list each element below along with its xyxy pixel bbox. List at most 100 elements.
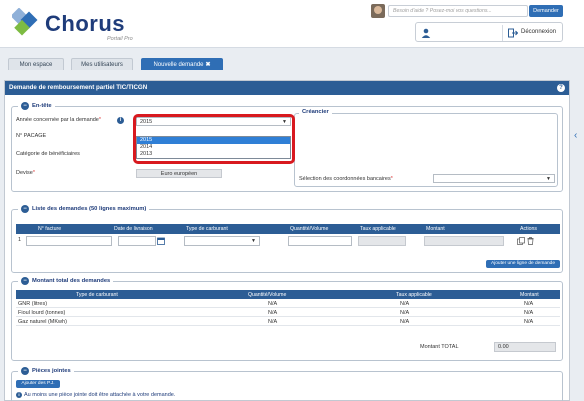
section-title: Montant total des demandes (32, 278, 111, 284)
collapse-icon[interactable]: − (21, 277, 29, 285)
section-title: En-tête (32, 103, 52, 109)
add-row-button[interactable]: Ajouter une ligne de demande (486, 260, 560, 268)
tab-label: Mon espace (19, 62, 53, 68)
beneficiary-label: Catégorie de bénéficiaires (16, 151, 80, 157)
delete-icon[interactable] (527, 237, 534, 245)
column-header: Taux applicable (360, 226, 396, 232)
column-header: Quantité/Volume (248, 291, 287, 298)
request-panel: Demande de remboursement partiel TIC/TIC… (4, 80, 570, 401)
collapse-icon[interactable]: − (21, 102, 29, 110)
fuel-type-cell: Gaz naturel (MKwh) (18, 319, 67, 325)
info-icon[interactable]: i (117, 117, 124, 124)
quantity-input[interactable] (288, 236, 352, 246)
user-icon[interactable] (421, 28, 431, 38)
column-header: Quantité/Volume (290, 226, 329, 232)
currency-label: Devise* (16, 170, 35, 176)
section-legend[interactable]: − Pièces jointes (18, 367, 74, 375)
chorus-logo[interactable]: Chorus Portail Pro (12, 5, 162, 43)
list-section: − Liste des demandes (50 lignes maximum)… (11, 205, 563, 273)
bank-label-text: Sélection des coordonnées bancaires (299, 176, 391, 182)
rate-field (358, 236, 406, 246)
panel-title-text: Demande de remboursement partiel TIC/TIC… (9, 84, 148, 91)
rate-cell: N/A (400, 310, 410, 316)
table-row: Gaz naturel (MKwh) N/A N/A N/A (16, 318, 560, 326)
currency-field: Euro européen (136, 169, 222, 178)
tab-label: Nouvelle demande (153, 62, 204, 68)
row-index: 1 (18, 237, 22, 243)
fuel-type-select[interactable]: ▼ (184, 236, 260, 246)
bank-select[interactable]: ▼ (433, 174, 555, 183)
section-title: Liste des demandes (50 lignes maximum) (32, 206, 147, 212)
copy-icon[interactable] (517, 237, 525, 245)
currency-label-text: Devise (16, 170, 33, 176)
attachment-info-text: Au moins une pièce jointe doit être atta… (24, 392, 176, 398)
tab-label: Mes utilisateurs (81, 62, 123, 68)
column-header: Type de carburant (186, 226, 228, 232)
table-row: Fioul lourd (tonnes) N/A N/A N/A (16, 309, 560, 317)
total-label: Montant TOTAL (420, 344, 459, 350)
amount-cell: N/A (524, 310, 534, 316)
assistant-avatar (371, 4, 385, 18)
column-header: Montant (426, 226, 445, 232)
rate-cell: N/A (400, 301, 410, 307)
quantity-cell: N/A (268, 310, 278, 316)
attachments-section: − Pièces jointes Ajouter des P.J. i Au m… (11, 367, 563, 401)
column-header: Montant (520, 291, 539, 298)
collapse-icon[interactable]: − (21, 205, 29, 213)
column-header: Date de livraison (114, 226, 153, 232)
year-label: Année concernée par la demande* (16, 117, 102, 123)
pacage-label: N° PACAGE (16, 133, 47, 139)
rate-cell: N/A (400, 319, 410, 325)
year-label-text: Année concernée par la demande (16, 117, 99, 123)
chevron-down-icon: ▼ (251, 238, 256, 244)
invoice-number-input[interactable] (26, 236, 112, 246)
fuel-type-cell: Fioul lourd (tonnes) (18, 310, 66, 316)
info-icon: i (16, 392, 22, 398)
help-search-input[interactable]: Besoin d'aide ? Posez-moi vos questions.… (388, 5, 528, 17)
list-table-header: N° facture Date de livraison Type de car… (16, 224, 560, 234)
panel-title: Demande de remboursement partiel TIC/TIC… (5, 81, 569, 95)
section-legend[interactable]: − Liste des demandes (50 lignes maximum) (18, 205, 150, 213)
logo-text: Chorus (45, 11, 125, 36)
close-icon[interactable]: ✖ (206, 62, 211, 68)
column-header: Actions (520, 226, 538, 232)
tab-mes-utilisateurs[interactable]: Mes utilisateurs (71, 58, 133, 70)
calendar-icon[interactable] (157, 237, 165, 245)
column-header: Taux applicable (396, 291, 432, 298)
section-legend[interactable]: − Montant total des demandes (18, 277, 114, 285)
top-header: Chorus Portail Pro Besoin d'aide ? Posez… (0, 0, 584, 48)
section-title: Pièces jointes (32, 368, 71, 374)
add-attachment-button[interactable]: Ajouter des P.J. (16, 380, 60, 388)
collapse-icon[interactable]: − (21, 367, 29, 375)
chorus-logo-icon (12, 8, 38, 36)
amount-cell: N/A (524, 319, 534, 325)
totals-section: − Montant total des demandes Type de car… (11, 277, 563, 361)
fuel-type-cell: GNR (litres) (18, 301, 48, 307)
logo-subtitle: Portail Pro (107, 36, 133, 42)
creancier-legend: Créancier (299, 109, 332, 115)
amount-cell: N/A (524, 301, 534, 307)
section-legend[interactable]: − En-tête (18, 102, 55, 110)
amount-field (424, 236, 504, 246)
quantity-cell: N/A (268, 319, 278, 325)
bank-label: Sélection des coordonnées bancaires* (299, 176, 393, 182)
totals-table-header: Type de carburant Quantité/Volume Taux a… (16, 290, 560, 299)
creancier-section: Créancier Sélection des coordonnées banc… (294, 109, 558, 187)
divider (502, 25, 503, 41)
tab-mon-espace[interactable]: Mon espace (8, 58, 64, 70)
chevron-down-icon: ▼ (546, 176, 551, 182)
tab-nouvelle-demande[interactable]: Nouvelle demande ✖ (141, 58, 223, 70)
total-amount-field: 0.00 (494, 342, 556, 352)
chevron-left-icon[interactable]: ‹ (574, 130, 584, 144)
highlight-frame (133, 114, 295, 164)
logout-icon[interactable] (508, 28, 518, 38)
help-icon[interactable]: ? (557, 84, 565, 92)
delivery-date-input[interactable] (118, 236, 156, 246)
creancier-title: Créancier (302, 109, 329, 115)
logout-link[interactable]: Déconnexion (521, 29, 556, 35)
table-row: GNR (litres) N/A N/A N/A (16, 300, 560, 308)
quantity-cell: N/A (268, 301, 278, 307)
help-ask-button[interactable]: Demander (529, 5, 563, 17)
column-header: Type de carburant (76, 291, 118, 298)
user-panel: Besoin d'aide ? Posez-moi vos questions.… (368, 2, 568, 42)
